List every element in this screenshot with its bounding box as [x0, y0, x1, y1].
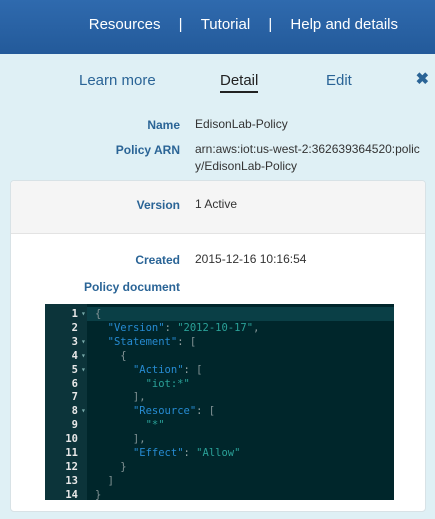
nav-tutorial-link[interactable]: Tutorial: [201, 16, 250, 33]
line-number: 14: [65, 488, 78, 501]
nav-help-link[interactable]: Help and details: [290, 16, 398, 33]
nav-separator: |: [268, 16, 273, 33]
code-line: "Version": "2012-10-17",: [107, 321, 260, 334]
code-line: "Statement": [: [107, 335, 197, 348]
top-nav: Resources | Tutorial | Help and details: [89, 16, 398, 33]
line-number: 11: [65, 447, 78, 459]
line-number: 7: [71, 391, 78, 404]
code-line: {: [95, 349, 127, 362]
fold-arrow-icon[interactable]: ▾: [81, 363, 86, 377]
created-label: Created: [135, 253, 180, 267]
code-line: "Resource": [: [132, 405, 216, 418]
line-number: 2: [71, 321, 78, 334]
line-number: 5: [71, 363, 78, 376]
code-line: }: [95, 488, 102, 501]
nav-resources-link[interactable]: Resources: [89, 16, 161, 33]
policy-document-editor[interactable]: 1 ▾{2 "Version": "2012-10-17", 3 ▾ "Stateme…: [45, 304, 394, 501]
line-number: 4: [71, 349, 78, 362]
code-line: ]: [95, 474, 114, 487]
code-line: }: [95, 460, 127, 473]
line-number: 6: [71, 377, 78, 390]
fold-arrow-icon[interactable]: ▾: [81, 335, 86, 349]
tab-learn-more[interactable]: Learn more: [79, 72, 156, 89]
code-line: ],: [95, 433, 146, 446]
name-label: Name: [147, 118, 180, 132]
tab-bar: Learn more Detail Edit: [0, 72, 435, 96]
fold-arrow-icon[interactable]: ▾: [81, 307, 86, 321]
tab-detail[interactable]: Detail: [220, 72, 259, 93]
code-line: ],: [95, 391, 146, 404]
line-number: 3: [71, 335, 78, 348]
active-line-highlight: [87, 307, 394, 321]
line-number: 12: [65, 460, 78, 473]
top-navigation-bar: Resources | Tutorial | Help and details: [0, 0, 435, 54]
tab-edit[interactable]: Edit: [326, 72, 352, 89]
policy-document-label: Policy document: [83, 280, 180, 294]
version-label: Version: [136, 198, 180, 212]
policy-arn-value-line2: y/EdisonLab-Policy: [195, 159, 298, 173]
code-line: "iot:*": [145, 377, 190, 390]
policy-arn-label: Policy ARN: [115, 143, 180, 157]
code-line: "Effect": "Allow": [132, 447, 241, 459]
nav-separator: |: [178, 16, 183, 33]
fold-arrow-icon[interactable]: ▾: [81, 349, 86, 363]
code-line: "*": [145, 419, 165, 432]
line-number: 1: [71, 308, 78, 320]
created-value: 2015-12-16 10:16:54: [195, 252, 307, 266]
close-icon[interactable]: ✖: [416, 69, 429, 89]
policy-arn-value-line1: arn:aws:iot:us-west-2:362639364520:polic: [195, 142, 420, 156]
line-number: 13: [65, 474, 78, 487]
code-line: {: [95, 308, 102, 320]
code-line: "Action": [: [132, 363, 203, 376]
fold-arrow-icon[interactable]: ▾: [81, 404, 86, 418]
line-number: 10: [65, 433, 78, 446]
line-number: 9: [71, 419, 78, 432]
name-value: EdisonLab-Policy: [195, 117, 288, 131]
line-number: 8: [71, 405, 78, 418]
version-value: 1 Active: [195, 197, 238, 211]
